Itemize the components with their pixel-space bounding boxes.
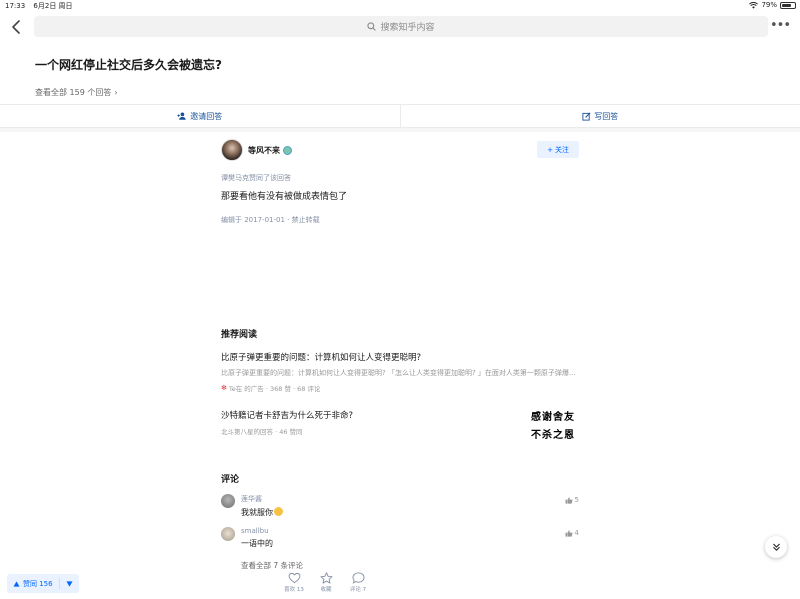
author-name[interactable]: 等风不来 — [248, 145, 280, 156]
heart-icon — [288, 572, 300, 584]
triangle-down-icon — [66, 580, 73, 587]
comment-like-count: 5 — [574, 496, 579, 504]
comment-like-count: 4 — [574, 529, 579, 537]
comment-button[interactable]: 评论 7 — [347, 572, 369, 593]
ad-icon: ✻ — [221, 384, 227, 392]
plus-icon: + — [547, 145, 553, 154]
rec-meta: 北斗第八星的回答 · 46 赞同 — [221, 428, 303, 436]
downvote-button[interactable] — [60, 574, 79, 593]
follow-label: 关注 — [554, 145, 569, 154]
battery-icon — [780, 1, 796, 9]
top-bar: 搜索知乎内容 ••• — [0, 14, 800, 40]
thumbs-up-icon — [565, 496, 572, 504]
chevron-right-icon: › — [114, 88, 118, 97]
section-separator — [0, 128, 800, 132]
add-user-icon — [177, 112, 186, 120]
avatar[interactable] — [221, 494, 235, 508]
answer-body: 那要看他有没有被做成表情包了 — [221, 192, 348, 202]
triangle-up-icon — [13, 580, 20, 587]
badge-icon — [283, 145, 292, 155]
like-button[interactable]: 喜欢 13 — [283, 572, 305, 593]
chevron-left-icon — [12, 20, 20, 34]
upvote-button[interactable]: 赞同 156 — [7, 574, 59, 593]
back-button[interactable] — [6, 17, 26, 37]
write-answer-button[interactable]: 写回答 — [401, 105, 800, 127]
view-all-comments-link[interactable]: 查看全部 7 条评论 — [241, 560, 579, 571]
comment-item: smallbu 一语中的 4 — [221, 527, 579, 549]
battery-percent: 79% — [761, 1, 777, 9]
like-label: 喜欢 13 — [284, 587, 304, 593]
upvoted-by: 谭樊马克赞同了该回答 — [221, 174, 291, 182]
wifi-icon — [749, 1, 759, 9]
comment-text-content: 我就服你 — [241, 508, 273, 517]
search-placeholder: 搜索知乎内容 — [380, 23, 435, 33]
comments-section: 评论 莲华酱 我就服你 5 smallbu 一语中的 4 查看全部 7 条评论 — [221, 472, 579, 571]
thumb-line-1: 感谢舍友 — [531, 411, 575, 423]
comment-like-button[interactable]: 4 — [565, 529, 579, 537]
status-right: 79% — [749, 1, 796, 9]
thumb-line-2: 不杀之恩 — [531, 429, 575, 441]
author-row: 等风不来 + 关注 — [221, 138, 579, 162]
rec-thumbnail[interactable]: 感谢舍友 不杀之恩 — [527, 405, 579, 443]
comment-text: 一语中的 — [241, 539, 273, 548]
view-all-answers-label: 查看全部 159 个回答 — [35, 88, 112, 97]
status-bar: 17:33 6月2日 周日 79% — [0, 0, 800, 12]
comment-label: 评论 7 — [349, 587, 367, 593]
status-time: 17:33 — [5, 2, 26, 10]
follow-button[interactable]: + 关注 — [537, 141, 579, 158]
vote-group: 赞同 156 — [7, 574, 79, 593]
rec-title[interactable]: 比原子弹更重要的问题：计算机如何让人变得更聪明? — [221, 351, 579, 363]
scroll-down-button[interactable] — [765, 536, 787, 558]
collect-label: 收藏 — [320, 587, 332, 593]
write-answer-label: 写回答 — [594, 111, 619, 121]
status-date: 6月2日 周日 — [33, 2, 73, 10]
star-icon — [320, 572, 332, 584]
edited-meta: 编辑于 2017-01-01 · 禁止转载 — [221, 216, 320, 224]
comment-user[interactable]: 莲华酱 — [241, 494, 283, 504]
more-dots-icon: ••• — [769, 18, 791, 33]
comment-item: 莲华酱 我就服你 5 — [221, 494, 579, 518]
recommended-reading: 推荐阅读 比原子弹更重要的问题：计算机如何让人变得更聪明? 比原子弹更重要的问题… — [221, 327, 579, 445]
view-all-answers-link[interactable]: 查看全部 159 个回答 › — [35, 87, 118, 98]
answer-card: 等风不来 + 关注 谭樊马克赞同了该回答 那要看他有没有被做成表情包了 编辑于 … — [221, 138, 579, 225]
double-chevron-down-icon — [772, 543, 780, 551]
status-left: 17:33 6月2日 周日 — [5, 1, 79, 11]
comment-like-button[interactable]: 5 — [565, 496, 579, 504]
comment-text: 我就服你 — [241, 507, 283, 518]
invite-answer-label: 邀请回答 — [190, 111, 223, 121]
rec-excerpt: 比原子弹更重要的问题：计算机如何让人变得更聪明? 「怎么让人类变得更加聪明? 」… — [221, 369, 576, 377]
comment-body: 莲华酱 我就服你 — [241, 494, 283, 518]
list-item[interactable]: 比原子弹更重要的问题：计算机如何让人变得更聪明? 比原子弹更重要的问题：计算机如… — [221, 351, 579, 393]
comment-body: smallbu 一语中的 — [241, 527, 273, 549]
invite-answer-button[interactable]: 邀请回答 — [0, 105, 400, 127]
more-button[interactable]: ••• — [769, 18, 791, 33]
collect-button[interactable]: 收藏 — [315, 572, 337, 593]
comment-user[interactable]: smallbu — [241, 527, 273, 535]
thumbs-up-icon — [565, 529, 572, 537]
avatar[interactable] — [221, 139, 243, 161]
pencil-icon — [582, 112, 591, 121]
search-input[interactable]: 搜索知乎内容 — [34, 16, 768, 37]
list-item[interactable]: 沙特籍记者卡舒吉为什么死于非命? 北斗第八星的回答 · 46 赞同 感谢舍友 不… — [221, 405, 579, 445]
comment-bubble-icon — [351, 572, 365, 584]
rec-title[interactable]: 沙特籍记者卡舒吉为什么死于非命? — [221, 409, 579, 421]
action-bar: 邀请回答 写回答 — [0, 104, 800, 128]
comments-title: 评论 — [221, 475, 240, 485]
bottom-bar: 赞同 156 喜欢 13 收藏 评论 7 — [0, 571, 800, 599]
laughing-emoji-icon — [274, 507, 283, 516]
upvote-label: 赞同 156 — [23, 579, 53, 588]
avatar[interactable] — [221, 527, 235, 541]
battery-fill — [782, 3, 792, 7]
bottom-actions: 喜欢 13 收藏 评论 7 — [283, 572, 369, 593]
recommend-title: 推荐阅读 — [221, 330, 258, 340]
rec-meta-text: Te在 的广告 · 368 赞 · 68 评论 — [228, 385, 321, 393]
search-icon — [367, 22, 377, 31]
rec-meta: ✻ Te在 的广告 · 368 赞 · 68 评论 — [221, 383, 579, 393]
question-title: 一个网红停止社交后多久会被遗忘? — [35, 58, 222, 72]
